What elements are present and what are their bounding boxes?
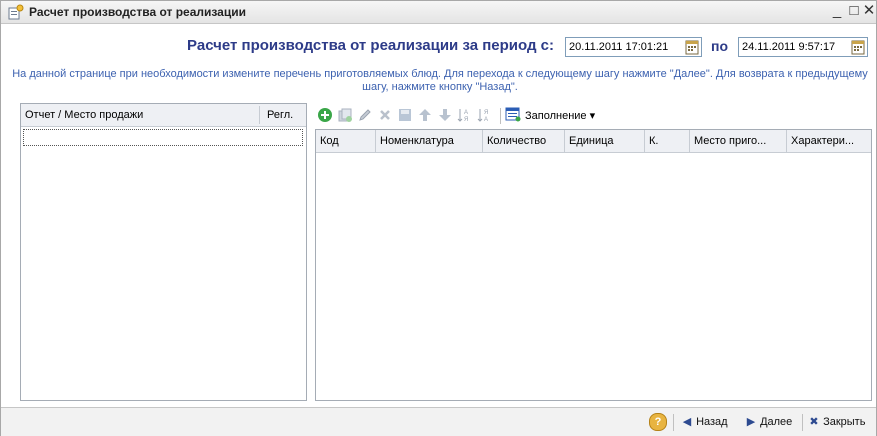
column-header-k[interactable]: К.: [645, 130, 690, 152]
close-icon: ✖: [809, 416, 819, 428]
svg-text:Я: Я: [464, 117, 468, 123]
toolbar-separator: [500, 108, 501, 124]
sort-desc-icon[interactable]: ЯА: [477, 107, 495, 125]
svg-text:А: А: [484, 117, 488, 123]
chevron-down-icon: ▾: [589, 110, 596, 122]
arrow-right-icon: ▶: [746, 416, 756, 428]
bar-separator: [802, 414, 803, 431]
close-button-label: Закрыть: [823, 416, 866, 428]
column-header-characteristic[interactable]: Характери...: [787, 130, 871, 152]
selected-row[interactable]: [23, 129, 303, 146]
table-toolbar: АЯ ЯА Заполнение ▾: [317, 105, 869, 127]
add-icon[interactable]: [317, 107, 335, 125]
close-button[interactable]: ✖ Закрыть: [808, 415, 865, 428]
copy-icon[interactable]: [337, 107, 355, 125]
column-divider: [259, 106, 260, 124]
save-icon[interactable]: [397, 107, 415, 125]
delete-icon[interactable]: [377, 107, 395, 125]
help-icon[interactable]: ?: [649, 413, 667, 431]
svg-text:А: А: [464, 110, 468, 116]
report-tree-header: Отчет / Место продажи Регл.: [21, 104, 306, 127]
move-down-icon[interactable]: [437, 107, 455, 125]
column-header-regl[interactable]: Регл.: [267, 109, 293, 121]
column-header-unit[interactable]: Единица: [565, 130, 645, 152]
form-window: Расчет производства от реализации _ □ ✕ …: [0, 0, 877, 436]
svg-text:Я: Я: [484, 110, 488, 116]
instruction-text: На данной странице при необходимости изм…: [12, 68, 868, 93]
products-table[interactable]: Код Номенклатура Количество Единица К. М…: [315, 129, 872, 401]
column-header-nomenclature[interactable]: Номенклатура: [376, 130, 483, 152]
date-to-field[interactable]: 24.11.2011 9:57:17: [738, 37, 868, 57]
column-header-code[interactable]: Код: [316, 130, 376, 152]
command-bar: ? ◀ Назад ▶ Далее ✖ Закрыть: [1, 407, 876, 436]
period-separator: по: [711, 38, 729, 54]
date-to-value: 24.11.2011 9:57:17: [742, 41, 836, 53]
edit-icon[interactable]: [357, 107, 375, 125]
calendar-icon[interactable]: [850, 39, 866, 55]
move-up-icon[interactable]: [417, 107, 435, 125]
form-icon: [8, 4, 24, 20]
arrow-left-icon: ◀: [682, 416, 692, 428]
calendar-icon[interactable]: [684, 39, 700, 55]
maximize-button[interactable]: □: [846, 3, 862, 19]
products-table-header: Код Номенклатура Количество Единица К. М…: [316, 130, 871, 153]
period-header: Расчет производства от реализации за пер…: [9, 37, 869, 59]
report-tree[interactable]: Отчет / Место продажи Регл.: [20, 103, 307, 401]
fill-icon: [505, 106, 523, 124]
column-header-place[interactable]: Место приго...: [690, 130, 787, 152]
column-header-report[interactable]: Отчет / Место продажи: [25, 109, 143, 121]
sort-asc-icon[interactable]: АЯ: [457, 107, 475, 125]
close-window-button[interactable]: ✕: [861, 3, 877, 19]
fill-menu-label: Заполнение ▾: [525, 110, 596, 122]
bar-separator: [673, 414, 674, 431]
date-from-field[interactable]: 20.11.2011 17:01:21: [565, 37, 702, 57]
column-header-quantity[interactable]: Количество: [483, 130, 565, 152]
page-title: Расчет производства от реализации за пер…: [187, 37, 554, 54]
date-from-value: 20.11.2011 17:01:21: [569, 41, 669, 53]
next-button[interactable]: ▶ Далее: [745, 415, 793, 428]
back-button[interactable]: ◀ Назад: [681, 415, 728, 428]
minimize-button[interactable]: _: [829, 3, 845, 19]
title-bar: Расчет производства от реализации _ □ ✕: [1, 1, 876, 24]
window-title: Расчет производства от реализации: [29, 5, 246, 19]
